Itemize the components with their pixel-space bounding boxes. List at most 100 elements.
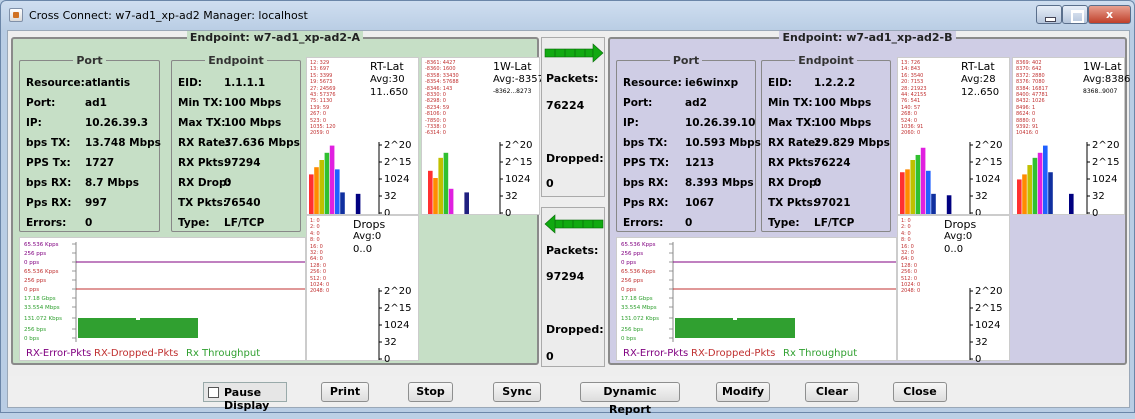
y-tick-label: 2^20 [384,140,411,151]
checkbox-icon[interactable] [208,387,219,398]
y-tick-label: 2^20 [975,286,1002,297]
field-value: 100 Mbps [224,97,282,109]
print-button[interactable]: Print [321,382,369,402]
field-value: LF/TCP [814,217,855,229]
histogram-bar [905,169,910,214]
packets-label: Packets: [546,244,599,257]
packets-label: Packets: [546,72,599,85]
y-tick-label: 0 [505,208,511,216]
y-tick-label: 0 [975,354,981,362]
endpoint-a-rt-latency-chart: 12: 329 13: 697 15: 3399 19: 5673 27: 24… [306,57,419,216]
port-box-title: Port [669,54,703,67]
histogram-bar [1048,172,1053,214]
left-arrow-icon [544,214,604,234]
field-value: ad1 [85,97,107,109]
field-value: 1.1.1.1 [224,77,266,89]
histogram-bar [946,195,952,214]
field-value: 1067 [685,197,715,209]
endpoint-a-1w-latency-chart: -8361: 4427 -8360: 1600 -8358: 33430 -83… [421,57,544,216]
throughput-y-label: 256 pps [24,278,46,284]
y-tick-label: 2^20 [505,140,532,151]
dynamic-report-button[interactable]: Dynamic Report [580,382,680,416]
histogram-bar [931,193,936,214]
dropped-label: Dropped: [546,152,604,165]
y-tick-label: 1024 [1092,174,1117,185]
clear-button[interactable]: Clear [805,382,859,402]
field-label: Resource: [26,77,85,89]
throughput-y-label: 0 pps [24,260,39,266]
title-bar[interactable]: Cross Connect: w7-ad1_xp-ad2 Manager: lo… [1,1,1134,29]
throughput-y-label: 256 pps [621,251,643,257]
y-tick-label: 32 [384,337,397,348]
field-value: 13.748 Mbps [85,137,161,149]
field-label: RX Pkts: [768,157,818,169]
a-to-b-stats: Packets: 76224 Dropped: 0 [541,37,605,197]
y-tick-label: 2^15 [975,157,1002,168]
rt-lat-histogram: 2^202^151024320 [900,140,1002,216]
modify-button[interactable]: Modify [716,382,770,402]
endpoint-b-drops-chart: 1: 0 2: 0 4: 0 8: 0 16: 0 32: 0 64: 0 12… [897,215,1010,362]
field-label: Port: [623,97,653,109]
y-tick-label: 1024 [384,320,409,331]
field-value: LF/TCP [224,217,265,229]
endpoint-a-throughput-graph: 65.536 Kpps 256 pps 0 pps 65.536 Kpps 256 pp… [19,237,306,361]
field-value: 1727 [85,157,115,169]
field-value: 29.829 Mbps [814,137,890,149]
field-label: EID: [768,77,792,89]
histogram-bar [448,188,454,214]
port-box-title: Port [73,54,106,67]
histogram-bar [329,145,335,214]
field-value: 76540 [224,197,261,209]
field-label: EID: [178,77,202,89]
throughput-y-label: 131.072 Kbps [621,316,659,322]
y-tick-label: 2^15 [505,157,532,168]
throughput-y-label: 0 bps [621,336,636,342]
sync-button[interactable]: Sync [493,382,541,402]
histogram-bar [1037,152,1043,214]
1w-lat-histogram: 2^20 2^15 1024 32 0 [1017,140,1119,216]
minimize-button[interactable] [1036,5,1062,24]
throughput-y-label: 0 pps [24,287,39,293]
y-tick-label: 1024 [505,174,530,185]
endpoint-b-rt-latency-chart: 13: 726 14: 843 16: 3540 20: 7153 28: 21… [897,57,1010,216]
cross-connect-window: Cross Connect: w7-ad1_xp-ad2 Manager: lo… [0,0,1135,416]
field-value: ad2 [685,97,707,109]
1w-lat-histogram: 2^20 2^15 1024 32 0 [428,140,532,216]
y-tick-label: 0 [1092,208,1098,216]
field-value: 0 [85,217,93,229]
pause-display-checkbox[interactable]: Pause Display [203,382,287,412]
field-value: atlantis [85,77,131,89]
dropped-value: 0 [546,350,554,363]
field-label: RX Drop: [178,177,231,189]
histogram-bar [900,172,905,214]
throughput-y-label: 65.536 Kpps [24,242,59,248]
field-label: TX Pkts: [178,197,228,209]
field-label: TX Pkts: [768,197,818,209]
histogram-bar [443,152,449,214]
histogram-bar [340,192,345,214]
legend-entry: RX-Error-Pkts [623,348,688,359]
stop-button[interactable]: Stop [408,382,453,402]
throughput-y-label: 0 pps [621,287,636,293]
endpoint-b-title: Endpoint: w7-ad1_xp-ad2-B [779,31,956,44]
field-value: 8.393 Mbps [685,177,754,189]
close-window-button[interactable]: x [1088,5,1131,24]
rt-lat-histogram: 2^202^151024320 [309,140,411,216]
field-label: bps RX: [26,177,72,189]
legend-entry: RX-Dropped-Pkts [691,348,775,359]
legend-entry: RX-Error-Pkts [26,348,91,359]
histogram-bar [926,170,931,214]
histogram-bar [355,193,361,214]
endpoint-a-panel: Endpoint: w7-ad1_xp-ad2-A Port Resource:… [11,31,544,365]
field-label: Min TX: [768,97,813,109]
histogram-bar [915,154,921,214]
y-tick-label: 1024 [975,174,1000,185]
field-label: IP: [623,117,639,129]
field-value: 100 Mbps [814,97,872,109]
y-tick-label: 1024 [975,320,1000,331]
close-button[interactable]: Close [893,382,947,402]
packets-value: 97294 [546,270,585,283]
throughput-y-label: 65.536 Kpps [24,269,59,275]
maximize-button[interactable] [1062,5,1088,24]
field-label: bps TX: [623,137,668,149]
